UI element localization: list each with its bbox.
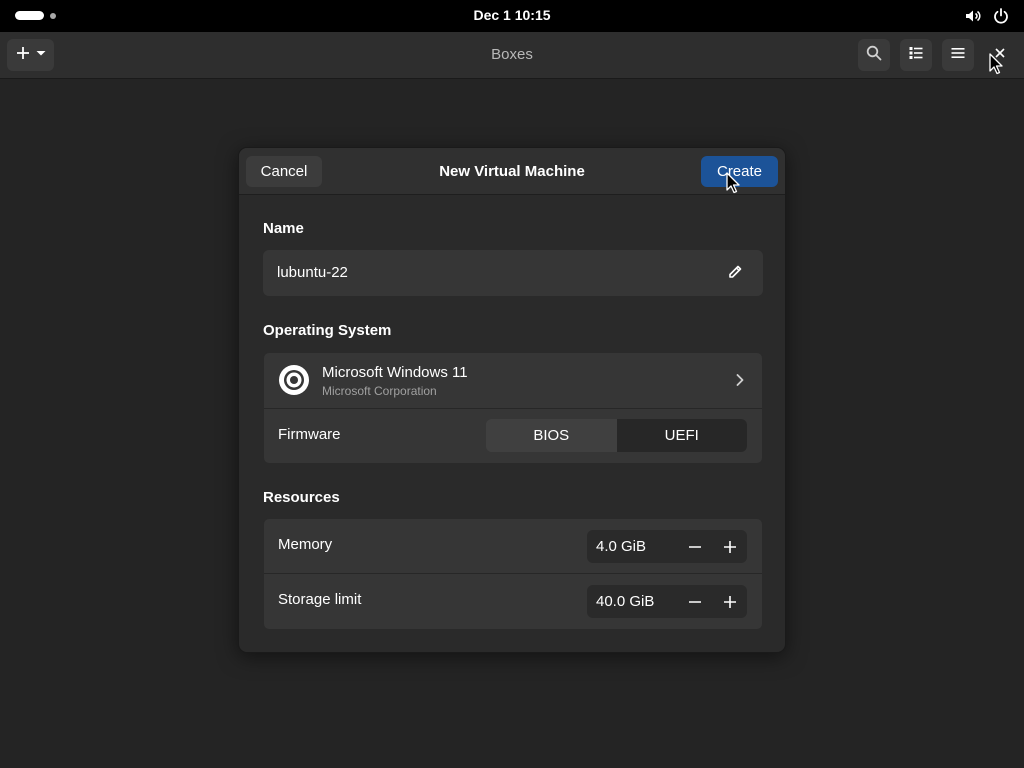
edit-pencil-icon[interactable] <box>727 264 743 285</box>
main-menu-button[interactable] <box>942 39 974 71</box>
minus-icon <box>688 600 701 603</box>
create-button[interactable]: Create <box>701 156 778 187</box>
activities-indicator[interactable] <box>15 11 56 20</box>
workspace-dot <box>50 12 56 19</box>
window-title: Boxes <box>491 46 533 63</box>
os-selection-row[interactable]: Microsoft Windows 11 Microsoft Corporati… <box>264 353 762 409</box>
plus-icon <box>723 540 736 553</box>
system-tray[interactable] <box>964 7 1010 25</box>
firmware-label: Firmware <box>278 426 341 443</box>
storage-spin-button[interactable]: 40.0 GiB <box>587 585 747 618</box>
memory-row: Memory 4.0 GiB <box>264 519 762 574</box>
search-icon <box>866 45 882 66</box>
storage-label: Storage limit <box>278 591 362 608</box>
name-section-label: Name <box>263 220 304 237</box>
new-box-button[interactable] <box>7 39 54 71</box>
chevron-right-icon <box>734 373 746 392</box>
hamburger-menu-icon <box>950 45 966 66</box>
dialog-header: Cancel New Virtual Machine Create <box>239 148 785 195</box>
vm-name-field[interactable]: lubuntu-22 <box>263 250 763 296</box>
vm-name-value[interactable]: lubuntu-22 <box>277 264 348 281</box>
window-close-button[interactable] <box>988 43 1012 67</box>
memory-label: Memory <box>278 536 333 553</box>
storage-increase-button[interactable] <box>712 585 747 618</box>
storage-value[interactable]: 40.0 GiB <box>587 593 677 610</box>
close-icon <box>994 46 1006 64</box>
memory-decrease-button[interactable] <box>677 530 712 563</box>
plus-icon <box>15 45 31 66</box>
plus-icon <box>723 595 736 608</box>
cancel-button[interactable]: Cancel <box>246 156 322 187</box>
firmware-row: Firmware BIOS UEFI <box>264 409 762 463</box>
os-settings-list: Microsoft Windows 11 Microsoft Corporati… <box>263 352 763 464</box>
memory-value[interactable]: 4.0 GiB <box>587 538 677 555</box>
os-section-label: Operating System <box>263 322 392 339</box>
storage-decrease-button[interactable] <box>677 585 712 618</box>
storage-row: Storage limit 40.0 GiB <box>264 574 762 629</box>
clock[interactable]: Dec 1 10:15 <box>473 7 550 23</box>
dialog-title: New Virtual Machine <box>439 163 585 180</box>
volume-icon <box>964 7 982 25</box>
new-vm-dialog: Cancel New Virtual Machine Create Name l… <box>238 147 786 653</box>
list-view-button[interactable] <box>900 39 932 71</box>
firmware-toggle-group[interactable]: BIOS UEFI <box>486 419 747 452</box>
firmware-bios-toggle[interactable]: BIOS <box>486 419 617 452</box>
memory-increase-button[interactable] <box>712 530 747 563</box>
minus-icon <box>688 545 701 548</box>
search-button[interactable] <box>858 39 890 71</box>
dropdown-arrow-icon <box>35 46 47 64</box>
list-view-icon <box>908 45 924 66</box>
header-bar: Boxes <box>0 32 1024 79</box>
workspace-active-indicator <box>15 11 44 20</box>
top-bar: Dec 1 10:15 <box>0 0 1024 32</box>
os-vendor: Microsoft Corporation <box>322 384 437 398</box>
resources-section-label: Resources <box>263 489 340 506</box>
power-icon <box>992 7 1010 25</box>
memory-spin-button[interactable]: 4.0 GiB <box>587 530 747 563</box>
resources-list: Memory 4.0 GiB Storage limit 40.0 GiB <box>263 518 763 630</box>
disc-icon <box>278 364 310 396</box>
os-name: Microsoft Windows 11 <box>322 364 468 381</box>
firmware-uefi-toggle[interactable]: UEFI <box>616 419 747 452</box>
